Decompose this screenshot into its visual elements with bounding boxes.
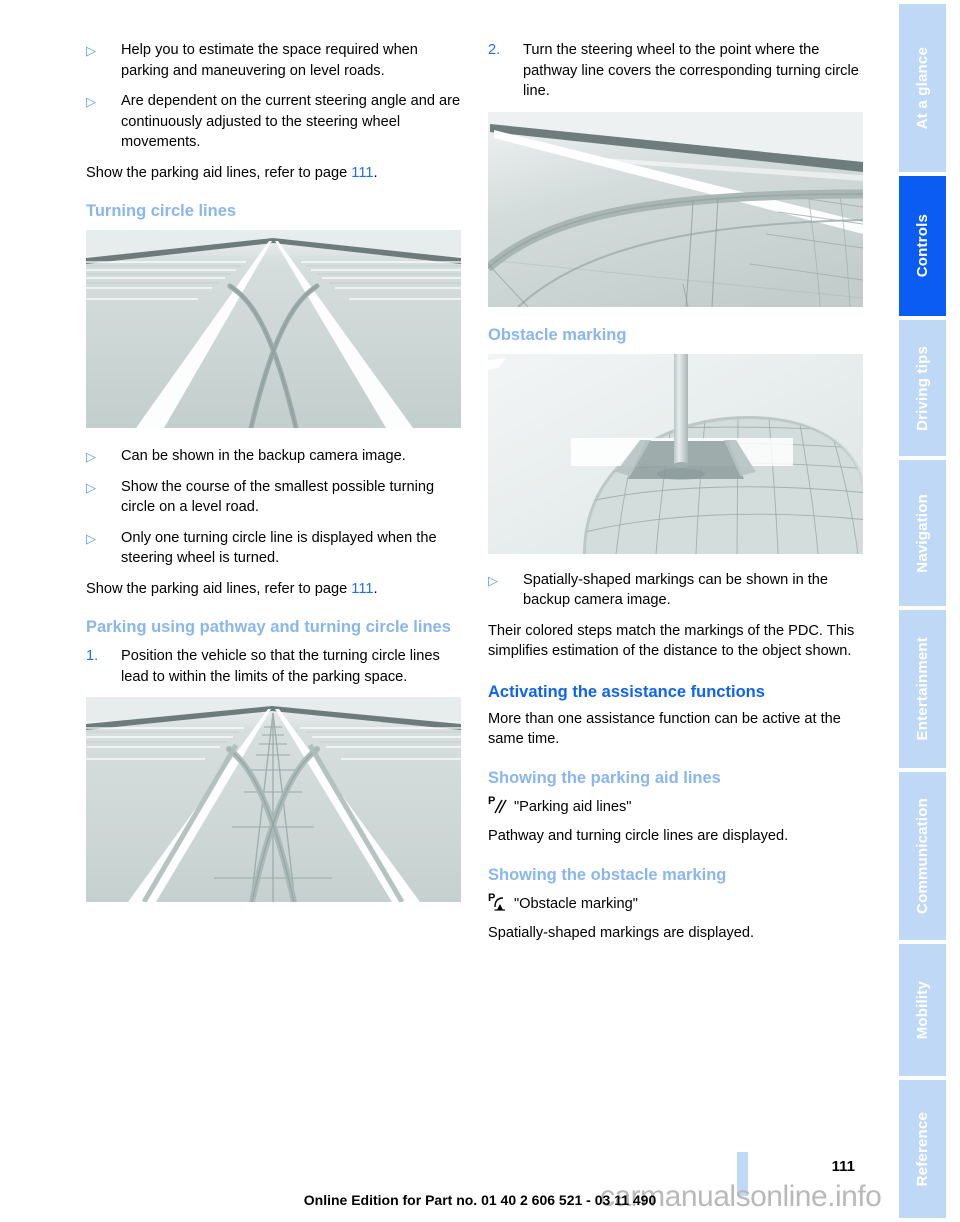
menu-entry-label: "Parking aid lines" — [514, 798, 632, 815]
refer-prefix: Show the parking aid lines, refer to pag… — [86, 164, 352, 181]
figure-obstacle-marking — [488, 353, 863, 554]
list-item-text: Only one turning circle line is displaye… — [121, 529, 437, 567]
list-item-text: Can be shown in the backup camera image. — [121, 448, 406, 464]
tab-label: Reference — [914, 1111, 931, 1187]
section-heading-obstacle-marking: Obstacle marking — [488, 325, 627, 344]
obstacle-marking-icon: P — [488, 892, 507, 913]
tab-label: Controls — [914, 214, 931, 278]
ordered-step: 1. Position the vehicle so that the turn… — [86, 646, 461, 687]
paragraph-aid-lines-displayed: Pathway and turning circle lines are dis… — [488, 828, 789, 844]
section-heading-activating-assistance: Activating the assistance functions — [488, 682, 765, 701]
paragraph-obstacle-explanation: Their colored steps match the markings o… — [488, 622, 855, 660]
section-heading-showing-parking-aid-lines: Showing the parking aid lines — [488, 768, 721, 787]
refer-suffix: . — [373, 164, 378, 181]
triangle-bullet-icon: ▷ — [86, 479, 96, 495]
list-item-text: Show the course of the smallest possible… — [121, 478, 435, 516]
triangle-bullet-icon: ▷ — [86, 449, 96, 464]
manual-page: ▷ Help you to estimate the space require… — [0, 0, 960, 1222]
section-heading-turning-circle-lines: Turning circle lines — [86, 202, 237, 220]
tab-entertainment[interactable]: Entertainment — [899, 610, 946, 768]
tab-label: Driving tips — [914, 345, 931, 431]
menu-entry-label: "Obstacle marking" — [514, 895, 638, 912]
edition-note: Online Edition for Part no. 01 40 2 606 … — [303, 1192, 657, 1208]
tab-at-a-glance[interactable]: At a glance — [899, 4, 946, 172]
ordered-step: 2. Turn the steering wheel to the point … — [488, 40, 863, 102]
tab-communication[interactable]: Communication — [899, 772, 946, 940]
tab-label: At a glance — [914, 46, 931, 130]
list-item-text: Spatially-shaped markings can be shown i… — [523, 571, 829, 609]
step-number: 1. — [86, 648, 99, 664]
figure-pathway-over-turning-circle — [488, 111, 863, 307]
figure-parking-space-lines — [86, 697, 461, 902]
chapter-tab-rail: At a glance Controls Driving tips Naviga… — [899, 0, 946, 1222]
step-number: 2. — [488, 42, 501, 58]
figure-turning-circle-lines — [86, 230, 461, 428]
list-item: ▷ Only one turning circle line is displa… — [86, 528, 461, 569]
page-reference-link[interactable]: 111 — [351, 165, 373, 181]
section-heading-showing-obstacle-marking: Showing the obstacle marking — [488, 865, 727, 884]
tab-label: Navigation — [914, 493, 931, 573]
tab-mobility[interactable]: Mobility — [899, 944, 946, 1076]
step-text: Position the vehicle so that the turning… — [121, 648, 440, 685]
tab-controls[interactable]: Controls — [899, 176, 946, 316]
tab-label: Communication — [914, 798, 931, 914]
menu-entry-parking-aid-lines[interactable]: P "Parking aid lines" — [488, 795, 863, 818]
list-item-text: Help you to estimate the space required … — [121, 42, 418, 79]
refer-to-page-line: Show the parking aid lines, refer to pag… — [86, 163, 461, 184]
list-item: ▷ Help you to estimate the space require… — [86, 40, 461, 81]
menu-entry-obstacle-marking[interactable]: P "Obstacle marking" — [488, 892, 863, 915]
triangle-bullet-icon: ▷ — [488, 572, 498, 588]
triangle-bullet-icon: ▷ — [86, 530, 96, 546]
tab-navigation[interactable]: Navigation — [899, 460, 946, 606]
list-item: ▷ Spatially-shaped markings can be shown… — [488, 570, 863, 611]
section-heading-parking-using-lines: Parking using pathway and turning circle… — [86, 618, 451, 636]
paragraph-activating: More than one assistance function can be… — [488, 710, 841, 748]
left-column: ▷ Help you to estimate the space require… — [86, 40, 461, 902]
page-number: 111 — [831, 1158, 855, 1175]
refer-prefix: Show the parking aid lines, refer to pag… — [86, 580, 352, 597]
refer-suffix: . — [373, 580, 378, 597]
tab-driving-tips[interactable]: Driving tips — [899, 320, 946, 456]
tab-label: Entertainment — [914, 637, 931, 741]
list-item-text: Are dependent on the current steering an… — [121, 93, 461, 150]
list-item: ▷ Are dependent on the current steering … — [86, 91, 461, 153]
page-reference-link[interactable]: 111 — [351, 581, 373, 597]
parking-aid-lines-icon: P — [488, 795, 507, 816]
list-item: ▷ Can be shown in the backup camera imag… — [86, 446, 461, 467]
triangle-bullet-icon: ▷ — [86, 94, 96, 109]
refer-to-page-line: Show the parking aid lines, refer to pag… — [86, 579, 461, 600]
tab-label: Mobility — [914, 980, 931, 1040]
step-text: Turn the steering wheel to the point whe… — [523, 42, 859, 99]
right-column: 2. Turn the steering wheel to the point … — [488, 40, 863, 954]
triangle-bullet-icon: ▷ — [86, 43, 96, 58]
list-item: ▷ Show the course of the smallest possib… — [86, 477, 461, 518]
paragraph-obstacle-displayed: Spatially-shaped markings are displayed. — [488, 925, 755, 941]
